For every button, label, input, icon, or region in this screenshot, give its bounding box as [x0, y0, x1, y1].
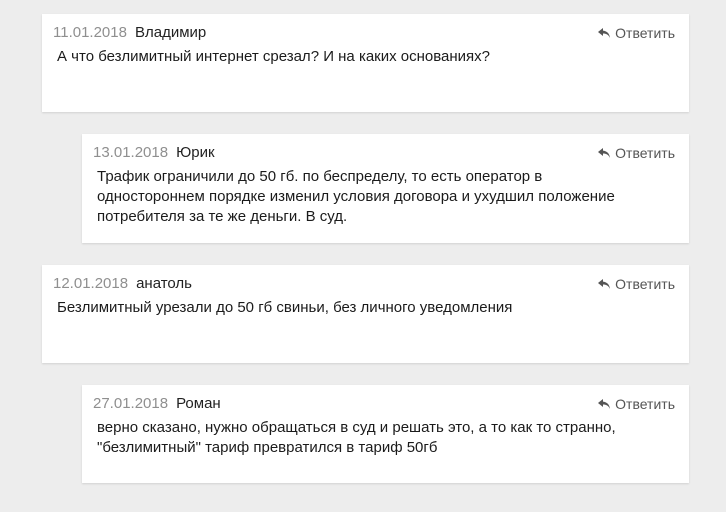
comment-author: Владимир — [134, 24, 207, 41]
comment: 12.01.2018 анатоль Ответить Безлимитный у… — [42, 265, 689, 363]
comment-reply: 13.01.2018 Юрик Ответить Трафик ограничил… — [82, 134, 689, 243]
comment-date: 13.01.2018 — [93, 144, 169, 161]
comment-date: 11.01.2018 — [53, 24, 127, 41]
comment-meta: 27.01.2018 Роман — [93, 394, 221, 414]
reply-button[interactable]: Ответить — [597, 23, 675, 43]
reply-button[interactable]: Ответить — [597, 274, 675, 294]
comment-author: анатоль — [136, 275, 192, 292]
comment-author: Роман — [176, 395, 221, 412]
comment-meta: 13.01.2018 Юрик — [93, 143, 215, 163]
comment-reply: 27.01.2018 Роман Ответить верно сказано, … — [82, 385, 689, 483]
reply-label: Ответить — [615, 25, 675, 41]
comment-meta: 11.01.2018 Владимир — [53, 23, 206, 43]
comment-meta: 12.01.2018 анатоль — [53, 274, 192, 294]
reply-label: Ответить — [615, 396, 675, 412]
reply-arrow-icon — [598, 28, 611, 38]
comment-date: 12.01.2018 — [53, 275, 129, 292]
reply-label: Ответить — [615, 145, 675, 161]
reply-arrow-icon — [598, 148, 611, 158]
reply-arrow-icon — [598, 279, 611, 289]
comment: 11.01.2018 Владимир Ответить А что безлим… — [42, 14, 689, 112]
comment-text: Безлимитный урезали до 50 гб свиньи, без… — [57, 299, 513, 316]
reply-button[interactable]: Ответить — [597, 143, 675, 163]
comment-date: 27.01.2018 — [93, 395, 169, 412]
comment-text: верно сказано, нужно обращаться в суд и … — [97, 419, 616, 456]
reply-button[interactable]: Ответить — [597, 394, 675, 414]
reply-arrow-icon — [598, 399, 611, 409]
comment-author: Юрик — [176, 144, 215, 161]
comment-text: Трафик ограничили до 50 гб. по беспредел… — [97, 168, 615, 225]
reply-label: Ответить — [615, 276, 675, 292]
comment-text: А что безлимитный интернет срезал? И на … — [57, 48, 491, 65]
